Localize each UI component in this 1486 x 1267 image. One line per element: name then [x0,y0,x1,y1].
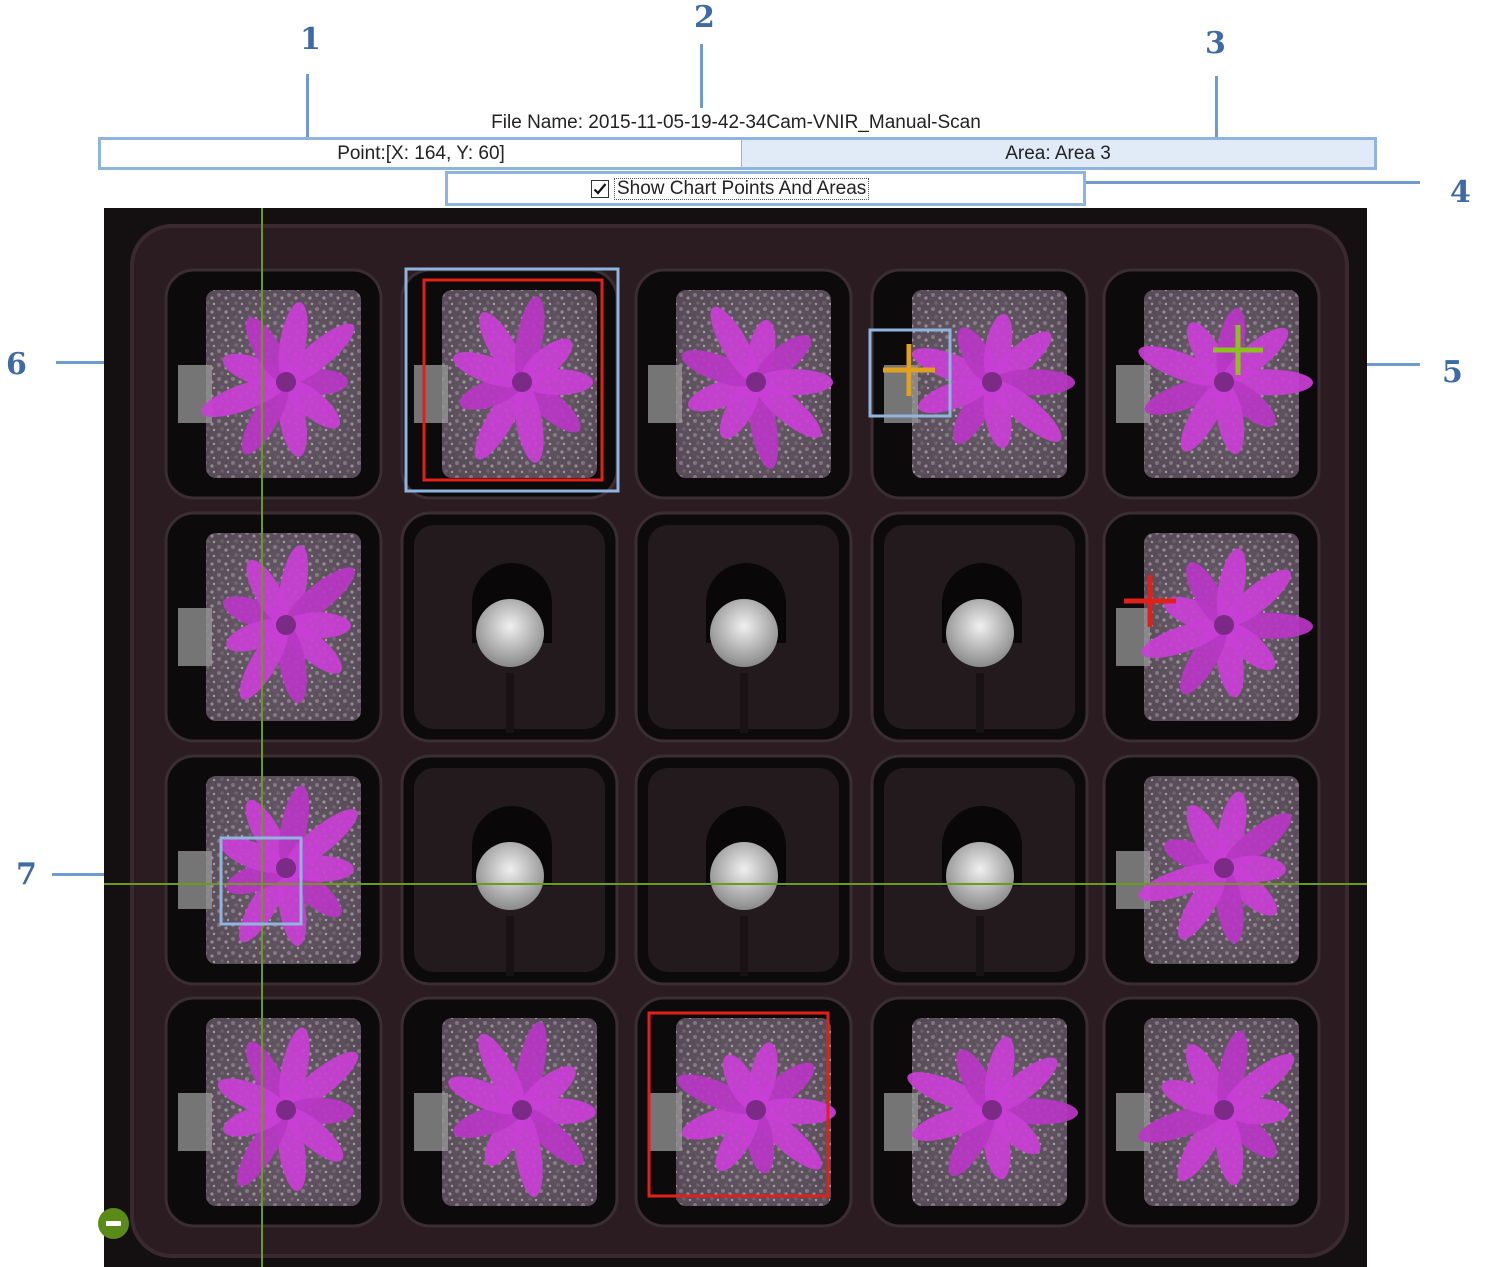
callout-number-5: 5 [1442,355,1463,390]
callout-number-7: 7 [16,857,37,892]
callout-line-2 [700,44,703,108]
tray-pot [1102,996,1321,1228]
tray-pot [870,754,1089,986]
image-viewer[interactable] [104,208,1367,1267]
area-readout: Area: Area 3 [742,140,1374,167]
tray-pot [1102,754,1321,986]
point-readout: Point:[X: 164, Y: 60] [101,140,742,167]
tray-pot [400,996,619,1228]
zoom-out-icon [106,1221,121,1226]
tray-pot [870,996,1089,1228]
callout-number-2: 2 [694,0,715,35]
zoom-out-button[interactable] [98,1208,129,1239]
callout-number-6: 6 [6,347,27,382]
toggle-container: Show Chart Points And Areas [445,171,1086,206]
callout-number-1: 1 [300,22,321,57]
tray-pot [634,996,853,1228]
show-chart-points-checkbox[interactable]: Show Chart Points And Areas [591,178,870,200]
info-bar: Point:[X: 164, Y: 60] Area: Area 3 [98,137,1377,170]
tray-pot [634,511,853,743]
tray-pot [1102,268,1321,500]
callout-number-3: 3 [1205,26,1226,61]
checkmark-icon[interactable] [591,180,609,198]
tray-pot [634,268,853,500]
tray-pot [870,511,1089,743]
tray-pot [400,511,619,743]
tray-pot [634,754,853,986]
show-chart-points-label: Show Chart Points And Areas [614,178,870,200]
tray-pot [164,511,383,743]
plant-tray-image[interactable] [104,208,1367,1267]
tray-pot [164,268,383,500]
callout-line-3 [1215,76,1218,137]
callout-number-4: 4 [1450,175,1471,210]
file-name-label: File Name: 2015-11-05-19-42-34Cam-VNIR_M… [491,112,981,133]
tray-pot [870,268,1089,500]
tray-pot [400,754,619,986]
tray-pot [1102,511,1321,743]
tray-pot [400,268,619,500]
tray-pot [164,996,383,1228]
callout-line-4 [1080,181,1420,184]
tray-pot [164,754,383,986]
